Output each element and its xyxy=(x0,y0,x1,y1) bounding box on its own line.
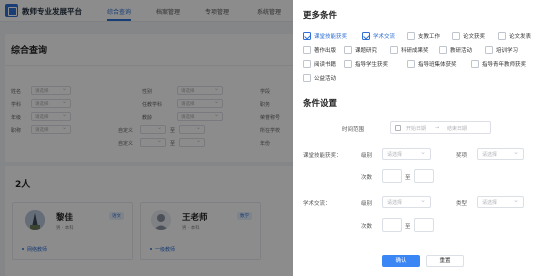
grade-label: 类型 xyxy=(456,201,468,207)
checkbox-label: 科研成果奖 xyxy=(401,48,429,54)
checkbox-label: 教研活动 xyxy=(450,48,473,54)
checkbox-box xyxy=(344,60,352,68)
condition-checkbox[interactable]: 指导学生获奖 xyxy=(344,59,388,69)
end-date-placeholder: 结束日期 xyxy=(447,126,468,132)
checkbox-label: 论文发表 xyxy=(509,34,532,40)
checkbox-box xyxy=(439,46,447,54)
checkbox-label: 论文获奖 xyxy=(463,34,486,40)
level-label: 级别 xyxy=(361,153,373,159)
checkbox-box xyxy=(452,32,460,40)
checkbox-label: 指导班集体获奖 xyxy=(418,62,457,68)
checkbox-box xyxy=(471,60,479,68)
checkbox-label: 课题研究 xyxy=(355,48,378,54)
calendar-icon xyxy=(395,125,401,131)
checkbox-label: 学术交流 xyxy=(373,34,396,40)
condition-group-label: 课堂技能获奖： xyxy=(303,153,342,159)
condition-checkbox[interactable]: 指导班集体获奖 xyxy=(407,59,457,69)
condition-checkbox[interactable]: 指导青年教师获奖 xyxy=(471,59,526,69)
condition-checkbox[interactable]: 阅读书籍 xyxy=(303,59,336,69)
checkbox-label: 课堂技能获奖 xyxy=(314,34,348,40)
checkbox-box xyxy=(407,60,415,68)
checkbox-label: 支教工作 xyxy=(418,34,441,40)
checkbox-label: 公益活动 xyxy=(314,76,337,82)
checkbox-box xyxy=(390,46,398,54)
time-range-label: 时间范围 xyxy=(342,127,365,133)
count-max-input[interactable] xyxy=(414,169,434,183)
count-min-input[interactable] xyxy=(382,169,402,183)
checkbox-label: 指导青年教师获奖 xyxy=(482,62,527,68)
condition-checkbox[interactable]: 学术交流 xyxy=(362,31,395,41)
condition-checkbox[interactable]: 公益活动 xyxy=(303,73,336,83)
condition-checkbox[interactable]: 支教工作 xyxy=(407,31,440,41)
checkbox-label: 指导学生获奖 xyxy=(355,62,389,68)
filter-drawer: 更多条件 课堂技能获奖 学术交流 支教工作 论文获奖 论文发表 著作出版 课题研… xyxy=(293,0,554,276)
checkbox-box xyxy=(485,46,493,54)
date-range-picker[interactable]: 开始日期 → 结束日期 xyxy=(390,121,491,134)
condition-checkbox[interactable]: 科研成果奖 xyxy=(390,45,429,55)
checkbox-label: 阅读书籍 xyxy=(314,62,337,68)
confirm-button[interactable]: 确认 xyxy=(382,255,420,267)
condition-group-label: 学术交流： xyxy=(303,201,331,207)
level-select[interactable]: 请选择 xyxy=(382,148,431,160)
level-select[interactable]: 请选择 xyxy=(382,196,431,208)
condition-checkbox[interactable]: 课堂技能获奖 xyxy=(303,31,347,41)
condition-settings-title: 条件设置 xyxy=(303,99,338,109)
count-max-input[interactable] xyxy=(414,218,434,232)
checkbox-box xyxy=(303,74,311,82)
condition-checkbox[interactable]: 培训学习 xyxy=(485,45,518,55)
count-sep: 至 xyxy=(405,175,411,181)
count-label: 次数 xyxy=(361,224,373,230)
reset-button[interactable]: 重置 xyxy=(426,255,464,267)
condition-checkbox[interactable]: 教研活动 xyxy=(439,45,472,55)
count-sep: 至 xyxy=(405,224,411,230)
grade-label: 奖项 xyxy=(456,153,468,159)
condition-checkbox[interactable]: 论文发表 xyxy=(498,31,531,41)
count-min-input[interactable] xyxy=(382,218,402,232)
count-label: 次数 xyxy=(361,175,373,181)
condition-checkbox[interactable]: 课题研究 xyxy=(344,45,377,55)
grade-select[interactable]: 请选择 xyxy=(477,196,524,208)
checkbox-box xyxy=(303,32,311,40)
checkbox-box xyxy=(362,32,370,40)
checkbox-box xyxy=(344,46,352,54)
condition-checkbox[interactable]: 著作出版 xyxy=(303,45,336,55)
more-conditions-title: 更多条件 xyxy=(303,11,338,21)
checkbox-box xyxy=(303,46,311,54)
date-arrow: → xyxy=(435,125,440,131)
checkbox-box xyxy=(407,32,415,40)
checkbox-box xyxy=(498,32,506,40)
level-label: 级别 xyxy=(361,201,373,207)
condition-checkbox[interactable]: 论文获奖 xyxy=(452,31,485,41)
grade-select[interactable]: 请选择 xyxy=(477,148,524,160)
checkbox-label: 培训学习 xyxy=(496,48,519,54)
checkbox-label: 著作出版 xyxy=(314,48,337,54)
checkbox-box xyxy=(303,60,311,68)
start-date-placeholder: 开始日期 xyxy=(406,126,427,132)
